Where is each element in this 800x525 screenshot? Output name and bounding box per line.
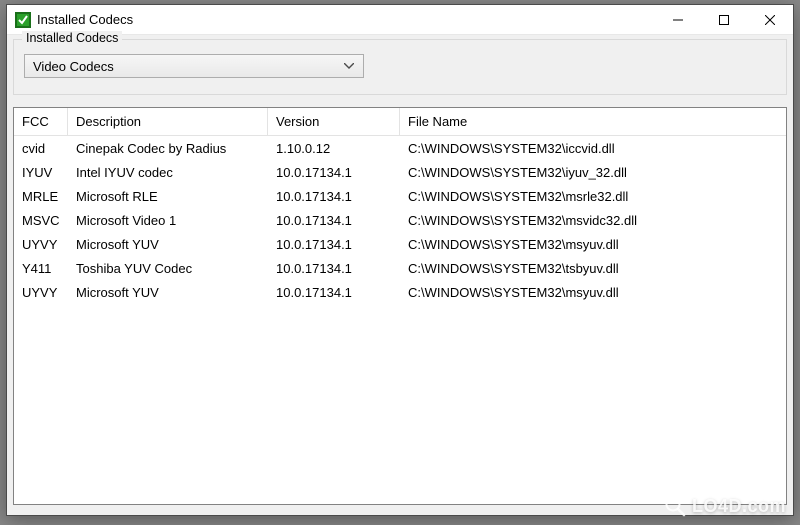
- cell-filename: C:\WINDOWS\SYSTEM32\msvidc32.dll: [400, 208, 786, 232]
- cell-fcc: MSVC: [14, 208, 68, 232]
- close-button[interactable]: [747, 5, 793, 35]
- cell-version: 10.0.17134.1: [268, 208, 400, 232]
- cell-description: Cinepak Codec by Radius: [68, 136, 268, 160]
- magnifier-icon: [664, 495, 686, 517]
- table-row[interactable]: MSVCMicrosoft Video 110.0.17134.1C:\WIND…: [14, 208, 786, 232]
- column-header-description[interactable]: Description: [68, 108, 268, 136]
- cell-fcc: MRLE: [14, 184, 68, 208]
- window-title: Installed Codecs: [37, 12, 133, 27]
- column-header-version[interactable]: Version: [268, 108, 400, 136]
- table-row[interactable]: UYVYMicrosoft YUV10.0.17134.1C:\WINDOWS\…: [14, 280, 786, 304]
- title-bar[interactable]: Installed Codecs: [7, 5, 793, 35]
- dropdown-selected-value: Video Codecs: [33, 59, 341, 74]
- table-row[interactable]: IYUVIntel IYUV codec10.0.17134.1C:\WINDO…: [14, 160, 786, 184]
- cell-description: Toshiba YUV Codec: [68, 256, 268, 280]
- table-row[interactable]: UYVYMicrosoft YUV10.0.17134.1C:\WINDOWS\…: [14, 232, 786, 256]
- cell-fcc: UYVY: [14, 232, 68, 256]
- chevron-down-icon: [341, 63, 357, 69]
- column-header-filename[interactable]: File Name: [400, 108, 786, 136]
- column-headers: FCC Description Version File Name: [14, 108, 786, 136]
- maximize-button[interactable]: [701, 5, 747, 35]
- cell-filename: C:\WINDOWS\SYSTEM32\msyuv.dll: [400, 232, 786, 256]
- table-row[interactable]: cvidCinepak Codec by Radius1.10.0.12C:\W…: [14, 136, 786, 160]
- cell-description: Microsoft Video 1: [68, 208, 268, 232]
- minimize-button[interactable]: [655, 5, 701, 35]
- groupbox-label: Installed Codecs: [22, 31, 122, 45]
- maximize-icon: [719, 15, 729, 25]
- watermark-text: LO4D.com: [692, 496, 786, 517]
- cell-filename: C:\WINDOWS\SYSTEM32\iccvid.dll: [400, 136, 786, 160]
- cell-version: 10.0.17134.1: [268, 256, 400, 280]
- table-row[interactable]: Y411Toshiba YUV Codec10.0.17134.1C:\WIND…: [14, 256, 786, 280]
- watermark: LO4D.com: [664, 495, 786, 517]
- column-header-fcc[interactable]: FCC: [14, 108, 68, 136]
- minimize-icon: [673, 15, 683, 25]
- cell-fcc: IYUV: [14, 160, 68, 184]
- cell-filename: C:\WINDOWS\SYSTEM32\iyuv_32.dll: [400, 160, 786, 184]
- codec-type-dropdown[interactable]: Video Codecs: [24, 54, 364, 78]
- cell-filename: C:\WINDOWS\SYSTEM32\msrle32.dll: [400, 184, 786, 208]
- cell-filename: C:\WINDOWS\SYSTEM32\tsbyuv.dll: [400, 256, 786, 280]
- cell-description: Intel IYUV codec: [68, 160, 268, 184]
- rows-container: cvidCinepak Codec by Radius1.10.0.12C:\W…: [14, 136, 786, 304]
- cell-description: Microsoft YUV: [68, 280, 268, 304]
- table-row[interactable]: MRLEMicrosoft RLE10.0.17134.1C:\WINDOWS\…: [14, 184, 786, 208]
- cell-filename: C:\WINDOWS\SYSTEM32\msyuv.dll: [400, 280, 786, 304]
- close-icon: [765, 15, 775, 25]
- cell-version: 10.0.17134.1: [268, 184, 400, 208]
- application-window: Installed Codecs Installed Codecs Video …: [6, 4, 794, 516]
- cell-version: 10.0.17134.1: [268, 160, 400, 184]
- cell-description: Microsoft RLE: [68, 184, 268, 208]
- client-area: Installed Codecs Video Codecs FCC Descri…: [7, 35, 793, 515]
- app-icon: [15, 12, 31, 28]
- cell-version: 1.10.0.12: [268, 136, 400, 160]
- cell-version: 10.0.17134.1: [268, 280, 400, 304]
- cell-description: Microsoft YUV: [68, 232, 268, 256]
- cell-version: 10.0.17134.1: [268, 232, 400, 256]
- codecs-groupbox: Installed Codecs Video Codecs: [13, 39, 787, 95]
- cell-fcc: UYVY: [14, 280, 68, 304]
- cell-fcc: Y411: [14, 256, 68, 280]
- cell-fcc: cvid: [14, 136, 68, 160]
- codec-list[interactable]: FCC Description Version File Name cvidCi…: [13, 107, 787, 505]
